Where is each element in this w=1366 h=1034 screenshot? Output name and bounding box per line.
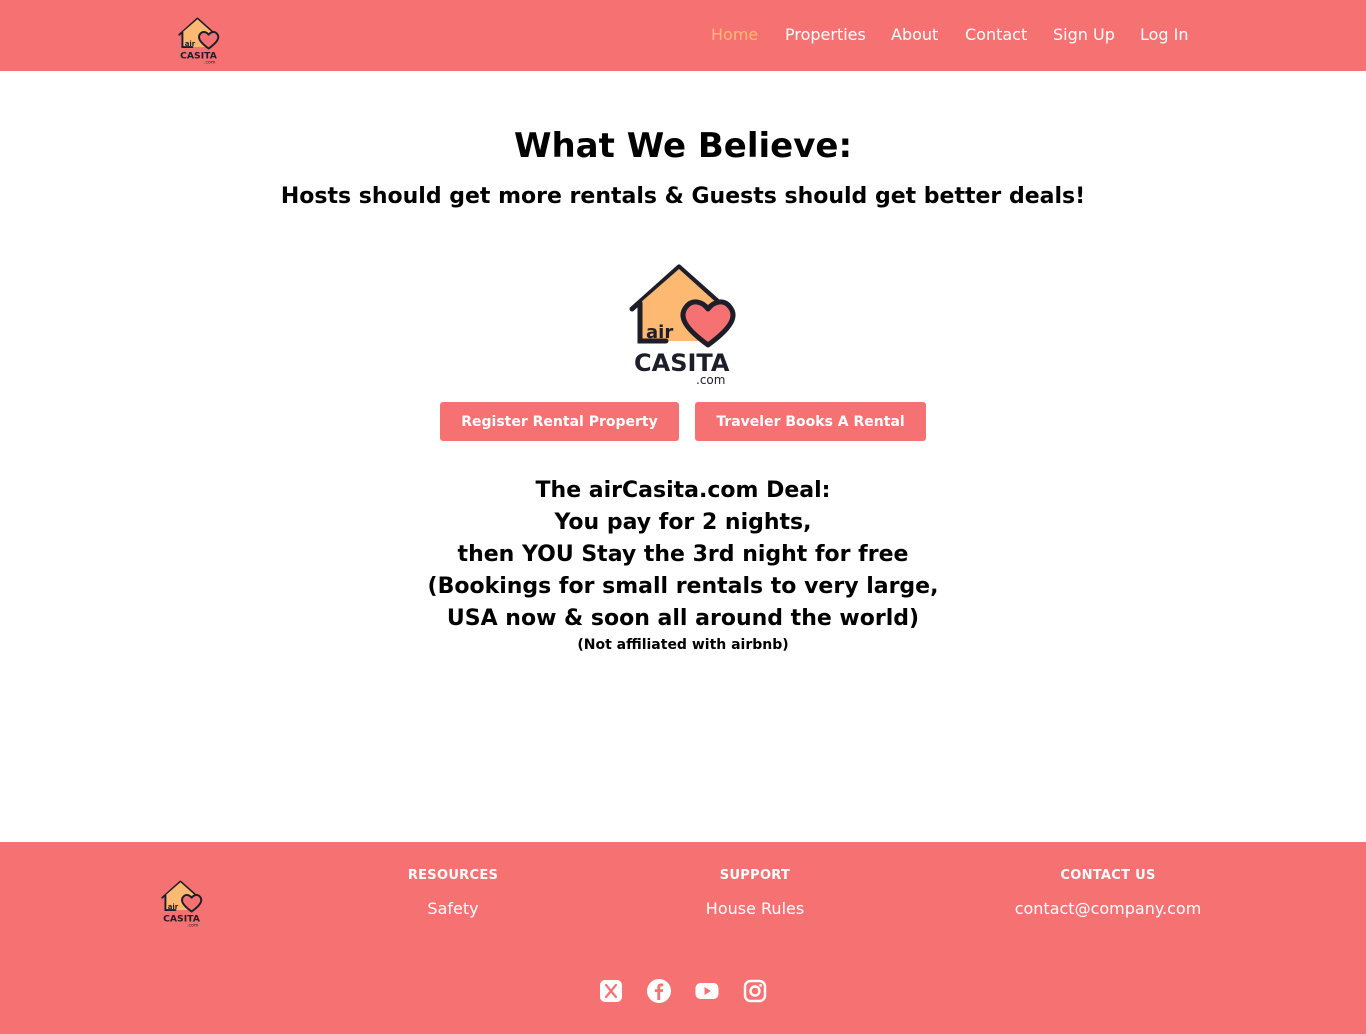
deal-line: USA now & soon all around the world) — [446, 606, 920, 631]
nav-contact[interactable]: Contact — [965, 25, 1027, 44]
footer-link-safety[interactable]: Safety — [353, 899, 553, 918]
svg-text:.com: .com — [696, 373, 725, 385]
nav-about[interactable]: About — [891, 25, 938, 44]
aircasita-footer-logo[interactable]: air CASITA .com — [160, 873, 204, 927]
footer-heading-resources: RESOURCES — [407, 868, 499, 883]
deal-line: The airCasita.com Deal: — [535, 478, 831, 503]
footer-contact-email[interactable]: contact@company.com — [988, 899, 1228, 918]
nav-sign-up[interactable]: Sign Up — [1053, 25, 1115, 44]
aircasita-hero-logo: air CASITA .com — [629, 264, 736, 385]
main-content: What We Believe: Hosts should get more r… — [0, 71, 1366, 842]
footer-resources: RESOURCES Safety — [353, 868, 553, 918]
footer-contact: CONTACT US contact@company.com — [988, 868, 1228, 918]
deal-line: (Bookings for small rentals to very larg… — [427, 574, 939, 599]
youtube-icon[interactable] — [694, 978, 720, 1004]
nav-properties[interactable]: Properties — [785, 25, 866, 44]
deal-line: then YOU Stay the 3rd night for free — [457, 542, 909, 567]
facebook-icon[interactable] — [646, 978, 672, 1004]
deal-line: You pay for 2 nights, — [554, 510, 812, 535]
instagram-icon[interactable] — [742, 978, 768, 1004]
svg-text:air: air — [168, 903, 179, 911]
traveler-books-rental-button[interactable]: Traveler Books A Rental — [695, 402, 926, 441]
page-title: What We Believe: — [513, 126, 853, 166]
register-rental-property-button[interactable]: Register Rental Property — [440, 402, 679, 441]
main-nav: Home Properties About Contact Sign Up Lo… — [0, 0, 1366, 71]
svg-text:CASITA: CASITA — [163, 914, 201, 925]
nav-home[interactable]: Home — [711, 25, 758, 44]
svg-text:.com: .com — [187, 924, 199, 927]
disclaimer-text: (Not affiliated with airbnb) — [577, 637, 789, 653]
page-subtitle: Hosts should get more rentals & Guests s… — [280, 184, 1086, 209]
footer-link-house-rules[interactable]: House Rules — [655, 899, 855, 918]
site-footer: air CASITA .com RESOURCES Safety SUPPORT… — [0, 842, 1366, 1034]
deal-description: The airCasita.com Deal: You pay for 2 ni… — [0, 475, 1366, 655]
footer-support: SUPPORT House Rules — [655, 868, 855, 918]
svg-text:air: air — [646, 322, 673, 343]
nav-log-in[interactable]: Log In — [1140, 25, 1189, 44]
top-navbar: air CASITA .com Home Properties About Co… — [0, 0, 1366, 71]
x-icon[interactable] — [598, 978, 624, 1004]
footer-heading-support: SUPPORT — [719, 868, 791, 883]
footer-heading-contact: CONTACT US — [1060, 868, 1156, 883]
